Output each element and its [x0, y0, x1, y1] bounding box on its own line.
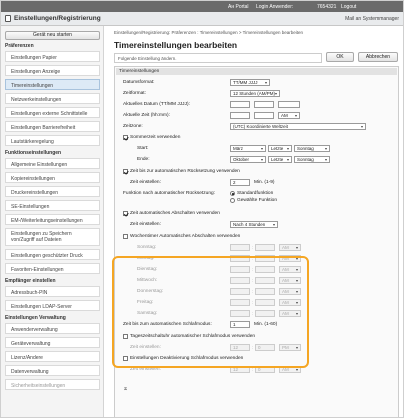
- settings-register-icon: [5, 15, 11, 22]
- dst-start-week-select[interactable]: Letzte: [268, 145, 292, 152]
- sidebar-item-license[interactable]: Lizenz/Andere: [5, 351, 100, 362]
- info-bar: Folgende Einstellung ändern.: [114, 53, 322, 63]
- portal-link[interactable]: Ан Portal: [228, 4, 249, 10]
- auto-reset-label: Zeit bis zur automatischen Rücksetzung v…: [130, 169, 240, 174]
- sidebar-item-storage-line2: von/Zugriff auf Dateien: [11, 237, 62, 243]
- breadcrumb: Einstellungen/Registrierung: Präferenzen…: [114, 30, 303, 35]
- dst-end-month-select[interactable]: Oktober: [230, 156, 266, 163]
- current-time-minute-input[interactable]: [254, 112, 274, 119]
- sidebar-item-display[interactable]: Einstellungen Anzeige: [5, 65, 100, 76]
- reset-default-radio[interactable]: [230, 191, 235, 196]
- weekly-timer-highlight: [112, 256, 309, 368]
- dst-label: Sommerzeit verwenden: [130, 135, 181, 140]
- sidebar-section-function: Funktionseinstellungen: [5, 150, 62, 156]
- sidebar-item-ldap[interactable]: Einstellungen LDAP-Server: [5, 300, 100, 311]
- auto-reset-unit: Min. (1-9): [254, 180, 275, 185]
- date-format-select[interactable]: TT/MM JJJJ: [230, 79, 270, 86]
- weekly-timer-checkbox[interactable]: [123, 234, 128, 239]
- dst-start-month-select[interactable]: März: [230, 145, 266, 152]
- auto-shutdown-select[interactable]: Nach 4 Stunden: [230, 221, 278, 228]
- current-date-year-input[interactable]: [278, 101, 300, 108]
- dst-start-label: Start:: [137, 146, 149, 151]
- reset-function-label: Funktion nach automatischer Rücksetzung:: [123, 191, 215, 196]
- logout-link[interactable]: Logout: [341, 4, 356, 10]
- timezone-select[interactable]: (UTC) Koordinierte Weltzeit: [230, 123, 366, 130]
- timezone-label: Zeitzone:: [123, 124, 143, 129]
- dst-end-label: Ende:: [137, 157, 150, 162]
- dst-start-day-select[interactable]: Sonntag: [294, 145, 330, 152]
- dst-checkbox[interactable]: [123, 135, 128, 140]
- sidebar-item-storage[interactable]: Einstellungen zu Speichern von/Zugriff a…: [5, 228, 100, 246]
- current-time-ampm-select[interactable]: AM: [278, 112, 300, 119]
- window-frame: Ан Portal Login Anwender: 7654321 Logout…: [0, 0, 404, 418]
- current-date-day-input[interactable]: [230, 101, 250, 108]
- ok-button[interactable]: OK: [326, 52, 354, 62]
- mail-admin-link[interactable]: Mail an Systemmanager: [345, 16, 399, 22]
- sidebar-item-general[interactable]: Allgemeine Einstellungen: [5, 158, 100, 169]
- auto-reset-time-label: Zeit einstellen:: [130, 180, 161, 185]
- sidebar-item-data-mgmt[interactable]: Datenverwaltung: [5, 365, 100, 376]
- sidebar-item-secure-print[interactable]: Einstellungen geschützter Druck: [5, 249, 100, 260]
- time-format-select[interactable]: 12 Stunden (AM/PM): [230, 90, 280, 97]
- sidebar-item-timer[interactable]: Timereinstellungen: [5, 79, 100, 90]
- sidebar-section-management: Einstellungen Verwaltung: [5, 315, 66, 321]
- sidebar-item-ext-interface[interactable]: Einstellungen externe Schnittstelle: [5, 107, 100, 118]
- current-date-label: Aktuelles Datum (TT/MM JJJJ):: [123, 102, 190, 107]
- sidebar-item-em[interactable]: EM-/Weiterleitungseinstellungen: [5, 214, 100, 225]
- sidebar-section-receiver: Empfänger einstellen: [5, 278, 56, 284]
- top-bar: Ан Portal Login Anwender: 7654321 Logout: [1, 1, 403, 12]
- weekly-day-minute-input[interactable]: [255, 244, 275, 251]
- weekly-timer-label: Wochentimer Automatisches Abschalten ver…: [130, 234, 241, 239]
- sidebar-item-paper[interactable]: Einstellungen Papier: [5, 51, 100, 62]
- sidebar-item-address-pin[interactable]: Adressbuch-PIN: [5, 286, 100, 297]
- section-header: Timereinstellungen: [116, 68, 397, 75]
- sidebar: Gerät neu starten Präferenzen Einstellun…: [1, 26, 104, 417]
- current-time-label: Aktuelle Zeit (hh:mm):: [123, 113, 170, 118]
- date-format-label: Datumsformat:: [123, 80, 155, 85]
- weekly-day-hour-input[interactable]: [230, 244, 250, 251]
- page-header: Einstellungen/Registrierung Mail an Syst…: [1, 12, 403, 26]
- info-text: Folgende Einstellung ändern.: [118, 56, 177, 61]
- reset-selected-radio[interactable]: [230, 198, 235, 203]
- sidebar-item-accessibility[interactable]: Einstellungen Barrierefreiheit: [5, 121, 100, 132]
- restart-device-button[interactable]: Gerät neu starten: [5, 31, 100, 40]
- reset-default-label: Standardfunktion: [237, 191, 274, 196]
- top-arrow-icon[interactable]: ⌅: [123, 385, 128, 392]
- reset-selected-label: Gewählte Funktion: [237, 198, 277, 203]
- page-title: Timereinstellungen bearbeiten: [114, 40, 238, 50]
- sidebar-item-favorites[interactable]: Favoriten-Einstellungen: [5, 263, 100, 274]
- sidebar-item-copy[interactable]: Kopiereinstellungen: [5, 172, 100, 183]
- current-time-hour-input[interactable]: [230, 112, 250, 119]
- sidebar-item-volume[interactable]: Lautstärkeregelung: [5, 135, 100, 146]
- current-date-month-input[interactable]: [254, 101, 274, 108]
- auto-reset-minutes-input[interactable]: 2: [230, 179, 250, 186]
- weekly-day-colon: :: [252, 245, 254, 250]
- auto-shutdown-time-label: Zeit einstellen:: [130, 222, 161, 227]
- weekly-day-label: Sonntag:: [137, 245, 157, 250]
- auto-shutdown-checkbox[interactable]: [123, 211, 128, 216]
- sidebar-item-se[interactable]: SE-Einstellungen: [5, 200, 100, 211]
- sidebar-item-network[interactable]: Netzwerkeinstellungen: [5, 93, 100, 104]
- dst-end-day-select[interactable]: Sonntag: [294, 156, 330, 163]
- time-format-label: Zeitformat:: [123, 91, 146, 96]
- dst-end-week-select[interactable]: Letzte: [268, 156, 292, 163]
- app-title: Einstellungen/Registrierung: [14, 15, 101, 22]
- sidebar-item-security[interactable]: Sicherheitseinstellungen: [5, 379, 100, 390]
- sidebar-item-printer[interactable]: Druckereinstellungen: [5, 186, 100, 197]
- login-user-id: 7654321: [317, 4, 337, 10]
- weekly-day-ampm-select[interactable]: AM: [279, 244, 301, 251]
- sidebar-section-preferences: Präferenzen: [5, 43, 34, 49]
- login-user-label: Login Anwender:: [256, 4, 294, 10]
- auto-shutdown-label: Zeit automatisches Abschalten verwenden: [130, 211, 220, 216]
- auto-reset-checkbox[interactable]: [123, 169, 128, 174]
- cancel-button[interactable]: Abbrechen: [358, 52, 398, 62]
- sidebar-item-user-mgmt[interactable]: Anwenderverwaltung: [5, 323, 100, 334]
- sidebar-item-device-mgmt[interactable]: Geräteverwaltung: [5, 337, 100, 348]
